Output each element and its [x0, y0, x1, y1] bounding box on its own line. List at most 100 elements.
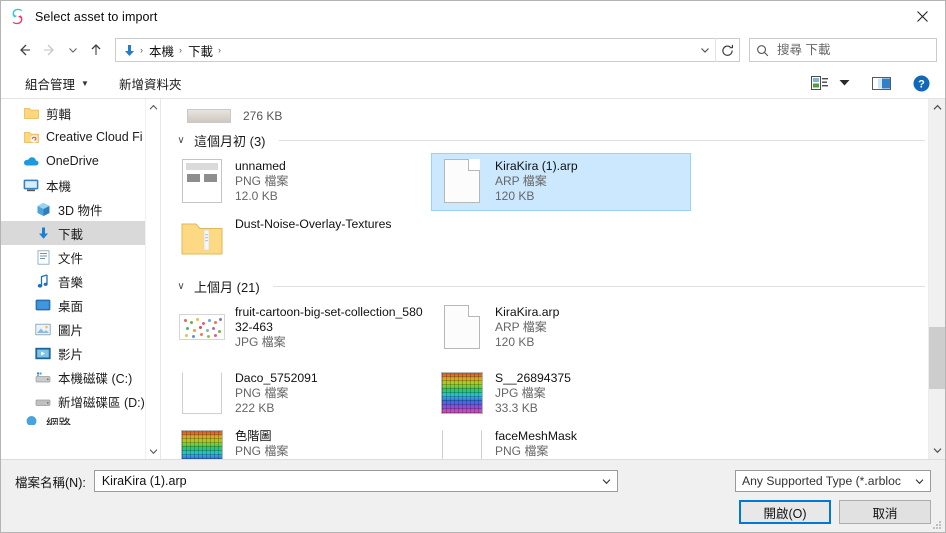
address-chevron-down-icon[interactable]	[695, 39, 715, 61]
sidebar-item-label: 3D 物件	[58, 203, 103, 218]
file-tile[interactable]: unnamed PNG 檔案 12.0 KB	[171, 153, 431, 211]
view-chevron-down-icon[interactable]	[835, 71, 853, 95]
sidebar-item-label: 文件	[58, 251, 84, 266]
file-meta: S__26894375 JPG 檔案 33.3 KB	[495, 370, 571, 416]
filename-input[interactable]	[99, 473, 598, 489]
file-meta: 色階圖 PNG 檔案 1.57 KB	[235, 428, 288, 459]
generic-document-thumbnail	[439, 304, 485, 350]
sidebar-item-downloads[interactable]: 下載	[1, 221, 160, 245]
back-icon[interactable]	[11, 37, 37, 63]
file-list-scrollbar[interactable]	[928, 99, 945, 459]
address-bar[interactable]: › 本機 › 下載 ›	[115, 38, 740, 62]
file-type: PNG 檔案	[495, 444, 549, 458]
sidebar-item-onedrive[interactable]: OneDrive	[1, 149, 160, 173]
window-title: Select asset to import	[35, 9, 158, 24]
file-list-content: 276 KB ∨ 這個月初 (3) unnamed PNG 檔案 12.0 KB…	[161, 99, 945, 459]
search-box[interactable]	[749, 38, 937, 62]
file-list-scroll-thumb[interactable]	[929, 327, 945, 389]
file-list[interactable]: 276 KB ∨ 這個月初 (3) unnamed PNG 檔案 12.0 KB…	[161, 99, 945, 459]
sidebar-scroll-thumb[interactable]	[148, 117, 158, 267]
this-pc-icon	[23, 177, 39, 193]
document-icon	[444, 159, 480, 203]
sidebar-item-label: Creative Cloud Fi	[46, 130, 143, 144]
file-tile[interactable]: KiraKira.arp ARP 檔案 120 KB	[431, 299, 691, 365]
file-tile[interactable]: S__26894375 JPG 檔案 33.3 KB	[431, 365, 691, 423]
group-header-last-month[interactable]: ∨ 上個月 (21)	[171, 273, 925, 299]
folder-icon	[23, 105, 39, 121]
file-tile[interactable]: 色階圖 PNG 檔案 1.57 KB	[171, 423, 431, 459]
filename-field[interactable]	[93, 470, 618, 492]
sidebar-item-videos[interactable]: 影片	[1, 341, 160, 365]
document-icon	[444, 305, 480, 349]
image-thumbnail	[179, 314, 225, 340]
cancel-button[interactable]: 取消	[839, 500, 931, 524]
sidebar-item-label: 下載	[58, 227, 84, 242]
sidebar-item-3d-objects[interactable]: 3D 物件	[1, 197, 160, 221]
search-input[interactable]	[775, 42, 930, 58]
filename-chevron-down-icon[interactable]	[598, 478, 615, 485]
grid-empty-cell	[691, 153, 945, 211]
recent-locations-chevron-down-icon[interactable]	[63, 37, 83, 63]
preview-pane-icon[interactable]	[867, 71, 895, 95]
group-chevron-down-icon[interactable]: ∨	[175, 281, 187, 292]
sidebar-item-local-disk-c[interactable]: 本機磁碟 (C:)	[1, 365, 160, 389]
sidebar-item-pictures[interactable]: 圖片	[1, 317, 160, 341]
organize-button[interactable]: 組合管理 ▼	[19, 71, 95, 96]
navigation-sidebar: 剪輯 Creative Cloud Fi OneDrive 本機 3D 物件 下…	[1, 99, 161, 459]
group-header-this-month[interactable]: ∨ 這個月初 (3)	[171, 127, 925, 153]
file-size: 120 KB	[495, 189, 535, 203]
up-icon[interactable]	[83, 37, 109, 63]
file-size: 120 KB	[495, 335, 535, 349]
sidebar-scroll-down-chevron-down-icon[interactable]	[146, 443, 160, 459]
sidebar-scrollbar[interactable]	[145, 99, 160, 459]
file-tile[interactable]: Daco_5752091 PNG 檔案 222 KB	[171, 365, 431, 423]
file-name: Daco_5752091	[235, 371, 318, 385]
open-button[interactable]: 開啟(O)	[739, 500, 831, 524]
sidebar-item-clips[interactable]: 剪輯	[1, 101, 160, 125]
pictures-icon	[35, 321, 51, 337]
desktop-icon	[35, 297, 51, 313]
partial-thumbnail	[187, 109, 231, 123]
group-chevron-down-icon[interactable]: ∨	[175, 135, 187, 146]
sidebar-item-label: 桌面	[58, 299, 84, 314]
sidebar-item-desktop[interactable]: 桌面	[1, 293, 160, 317]
sidebar-item-network[interactable]: 網路	[1, 413, 160, 425]
image-thumbnail	[182, 159, 222, 203]
grid-empty-cell	[691, 423, 945, 459]
breadcrumb-item-1[interactable]: 下載	[185, 41, 216, 60]
sidebar-scroll-up-chevron-up-icon[interactable]	[146, 99, 160, 115]
close-icon[interactable]	[899, 1, 945, 32]
file-type-chevron-down-icon[interactable]	[911, 478, 928, 485]
file-tile[interactable]: fruit-cartoon-big-set-collection_58032-4…	[171, 299, 431, 365]
image-thumbnail	[442, 430, 482, 459]
breadcrumb-separator: ›	[218, 45, 222, 55]
help-icon[interactable]: ?	[907, 71, 935, 95]
network-icon	[23, 413, 39, 425]
refresh-icon[interactable]	[715, 38, 739, 62]
sidebar-item-creative-cloud-files[interactable]: Creative Cloud Fi	[1, 125, 160, 149]
file-meta: KiraKira (1).arp ARP 檔案 120 KB	[495, 158, 578, 204]
breadcrumb-item-0[interactable]: 本機	[146, 41, 177, 60]
grid-empty-cell	[691, 365, 945, 423]
file-tile-selected[interactable]: KiraKira (1).arp ARP 檔案 120 KB	[431, 153, 691, 211]
file-meta: Daco_5752091 PNG 檔案 222 KB	[235, 370, 318, 416]
file-type: ARP 檔案	[495, 320, 547, 334]
partial-file-row[interactable]: 276 KB	[171, 99, 925, 123]
file-size: 33.3 KB	[495, 401, 538, 415]
file-list-scroll-down-chevron-down-icon[interactable]	[929, 442, 945, 459]
new-folder-button[interactable]: 新增資料夾	[113, 71, 188, 96]
file-type-value: Any Supported Type (*.arbloc	[742, 474, 901, 488]
forward-icon[interactable]	[37, 37, 63, 63]
sidebar-item-documents[interactable]: 文件	[1, 245, 160, 269]
file-name: KiraKira (1).arp	[495, 159, 578, 173]
sidebar-item-new-volume-d[interactable]: 新增磁碟區 (D:)	[1, 389, 160, 413]
folder-tile[interactable]: Dust-Noise-Overlay-Textures	[171, 211, 431, 269]
view-options-icon[interactable]	[805, 71, 833, 95]
sidebar-item-music[interactable]: 音樂	[1, 269, 160, 293]
file-type-dropdown[interactable]: Any Supported Type (*.arbloc	[735, 470, 931, 492]
file-list-scroll-up-chevron-up-icon[interactable]	[929, 99, 945, 116]
resize-grip[interactable]	[930, 518, 942, 530]
file-tile[interactable]: faceMeshMask PNG 檔案 40.8 KB	[431, 423, 691, 459]
file-meta: KiraKira.arp ARP 檔案 120 KB	[495, 304, 559, 350]
sidebar-item-this-pc[interactable]: 本機	[1, 173, 160, 197]
